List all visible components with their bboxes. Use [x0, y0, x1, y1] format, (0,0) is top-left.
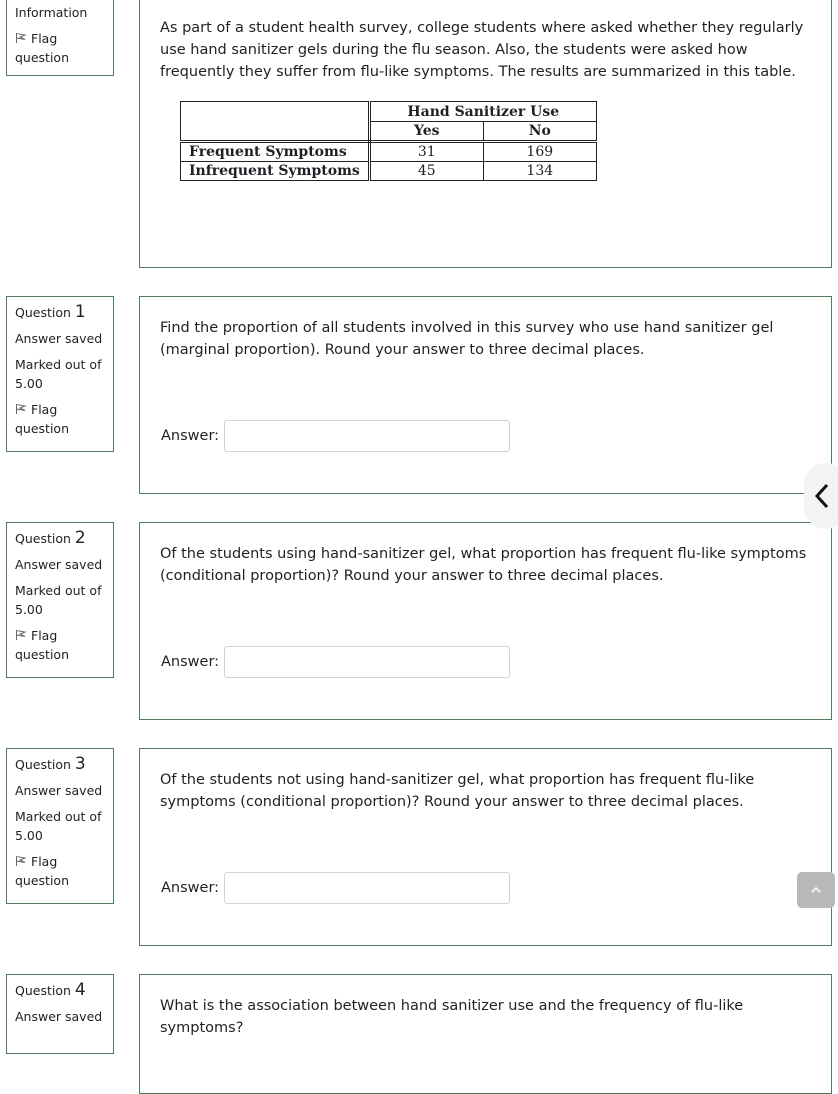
contingency-table: Hand Sanitizer Use Yes No Frequent Sympt…	[180, 101, 597, 181]
answer-input[interactable]	[224, 646, 511, 678]
table-cell: 31	[368, 141, 484, 162]
question-number: Question 4	[15, 980, 86, 1000]
flag-question-link[interactable]: Flag question	[15, 400, 105, 438]
question-4-card: What is the association between hand san…	[139, 974, 832, 1094]
question-3-info: Question 3 Answer saved Marked out of 5.…	[6, 748, 114, 904]
flag-question-link[interactable]: Flag question	[15, 852, 105, 890]
question-text: Of the students not using hand-sanitizer…	[160, 772, 755, 810]
back-to-top-button[interactable]	[797, 872, 835, 908]
question-text: What is the association between hand san…	[160, 998, 744, 1036]
question-number: Question 3	[15, 754, 86, 774]
answer-input[interactable]	[224, 420, 511, 452]
question-1-info: Question 1 Answer saved Marked out of 5.…	[6, 296, 114, 452]
table-col-header: Yes	[368, 121, 484, 143]
table-row: Infrequent Symptoms 45 134	[180, 161, 597, 181]
question-3-card: Of the students not using hand-sanitizer…	[139, 748, 832, 946]
table-cell: 134	[482, 161, 597, 181]
question-1-card: Find the proportion of all students invo…	[139, 296, 832, 494]
flag-icon	[16, 630, 27, 640]
question-marks: Marked out of 5.00	[15, 809, 102, 843]
question-number: Question 1	[15, 302, 86, 322]
question-2-info: Question 2 Answer saved Marked out of 5.…	[6, 522, 114, 678]
answer-row: Answer:	[161, 646, 511, 678]
question-marks: Marked out of 5.00	[15, 583, 102, 617]
question-marks: Marked out of 5.00	[15, 357, 102, 391]
info-title: Information	[15, 5, 88, 20]
question-status: Answer saved	[15, 1009, 103, 1024]
info-text: As part of a student health survey, coll…	[160, 20, 804, 80]
answer-row: Answer:	[161, 872, 511, 904]
flag-question-link[interactable]: Flag question	[15, 626, 105, 664]
table-cell: 169	[482, 141, 597, 162]
question-status: Answer saved	[15, 557, 103, 572]
question-2-card: Of the students using hand-sanitizer gel…	[139, 522, 832, 720]
info-sidebar: Information Flag question	[6, 0, 114, 76]
question-status: Answer saved	[15, 331, 103, 346]
info-card: As part of a student health survey, coll…	[139, 0, 832, 268]
answer-label: Answer:	[161, 880, 220, 896]
question-status: Answer saved	[15, 783, 103, 798]
answer-label: Answer:	[161, 654, 220, 670]
chevron-up-icon	[811, 886, 821, 893]
table-col-header: No	[482, 121, 597, 143]
table-cell: 45	[368, 161, 484, 181]
question-text: Of the students using hand-sanitizer gel…	[160, 546, 807, 584]
table-row: Frequent Symptoms 31 169	[180, 141, 597, 162]
flag-icon	[16, 404, 27, 414]
question-4-info: Question 4 Answer saved	[6, 974, 114, 1054]
answer-label: Answer:	[161, 428, 220, 444]
question-text: Find the proportion of all students invo…	[160, 320, 774, 358]
flag-icon	[16, 856, 27, 866]
table-row-label: Frequent Symptoms	[180, 141, 371, 162]
table-corner-lower	[180, 121, 371, 143]
chevron-left-icon	[814, 483, 829, 509]
drawer-toggle-button[interactable]	[804, 463, 838, 529]
answer-row: Answer:	[161, 420, 511, 452]
flag-icon	[16, 33, 27, 43]
table-row-label: Infrequent Symptoms	[180, 161, 371, 181]
table-corner	[180, 101, 371, 122]
table-group-header: Hand Sanitizer Use	[368, 101, 597, 122]
flag-question-link[interactable]: Flag question	[15, 29, 105, 67]
answer-input[interactable]	[224, 872, 511, 904]
question-number: Question 2	[15, 528, 86, 548]
